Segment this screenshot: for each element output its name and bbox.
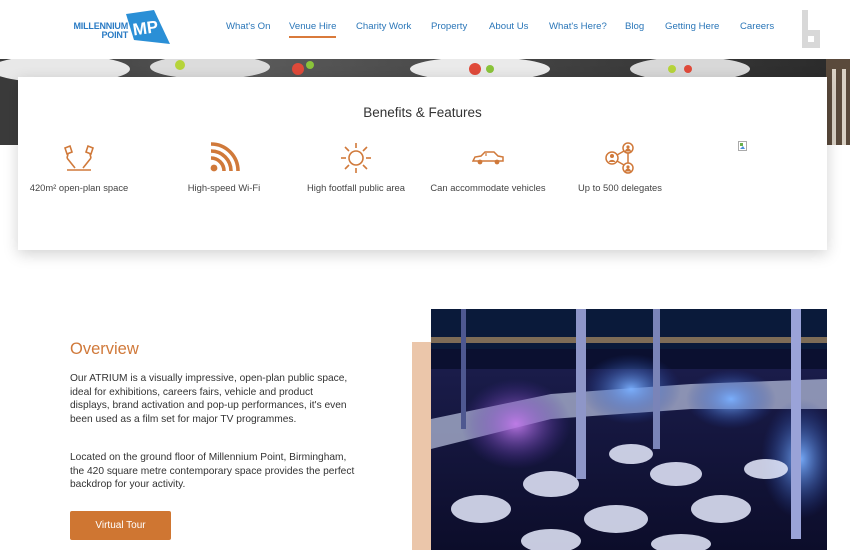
feature-label: 420m² open-plan space <box>29 182 129 193</box>
overview-title: Overview <box>70 340 139 358</box>
sun-icon <box>341 143 371 173</box>
feature-label: Up to 500 delegates <box>578 182 662 193</box>
nav-about-us[interactable]: About Us <box>489 21 528 36</box>
lamps-icon <box>64 144 94 171</box>
atrium-photo <box>431 309 827 550</box>
feature-label: High footfall public area <box>307 182 405 193</box>
millennium-point-logo[interactable]: MILLENNIUM POINT MP <box>68 10 172 46</box>
feature-footfall: High footfall public area <box>291 141 421 195</box>
feature-wifi: High-speed Wi-Fi <box>159 141 289 195</box>
wifi-icon <box>210 142 240 172</box>
svg-text:MP: MP <box>132 17 160 39</box>
nav-blog[interactable]: Blog <box>625 21 644 36</box>
overview-paragraph-2: Located on the ground floor of Millenniu… <box>70 452 355 491</box>
nav-getting-here[interactable]: Getting Here <box>665 21 719 36</box>
partner-logo-icon[interactable] <box>800 10 824 50</box>
site-header: MILLENNIUM POINT MP What's On Venue Hire… <box>0 0 850 59</box>
feature-delegates: Up to 500 delegates <box>555 141 685 195</box>
nav-whats-here[interactable]: What's Here? <box>549 21 607 36</box>
nav-venue-hire[interactable]: Venue Hire <box>289 21 337 38</box>
broken-image-icon <box>738 141 747 151</box>
car-icon <box>472 151 504 165</box>
overview-paragraph-1: Our ATRIUM is a visually impressive, ope… <box>70 373 348 425</box>
nav-property[interactable]: Property <box>431 21 467 36</box>
atrium-event-photo <box>431 309 827 550</box>
people-network-icon <box>605 142 634 174</box>
feature-vehicles: Can accommodate vehicles <box>423 141 553 195</box>
feature-label: Can accommodate vehicles <box>430 182 546 193</box>
benefits-title: Benefits & Features <box>363 105 482 120</box>
virtual-tour-button[interactable]: Virtual Tour <box>70 511 171 540</box>
accent-bar <box>412 342 432 550</box>
feature-open-plan: 420m² open-plan space <box>14 141 144 195</box>
benefits-card: Benefits & Features 420m² open-plan spac… <box>18 77 827 250</box>
nav-charity-work[interactable]: Charity Work <box>356 21 411 36</box>
nav-careers[interactable]: Careers <box>740 21 774 36</box>
logo-line2: POINT <box>101 30 128 40</box>
feature-label: High-speed Wi-Fi <box>187 182 261 193</box>
logo-mark-icon: MP <box>126 10 170 44</box>
logo-wordmark: MILLENNIUM POINT <box>70 22 129 40</box>
nav-whats-on[interactable]: What's On <box>226 21 270 36</box>
